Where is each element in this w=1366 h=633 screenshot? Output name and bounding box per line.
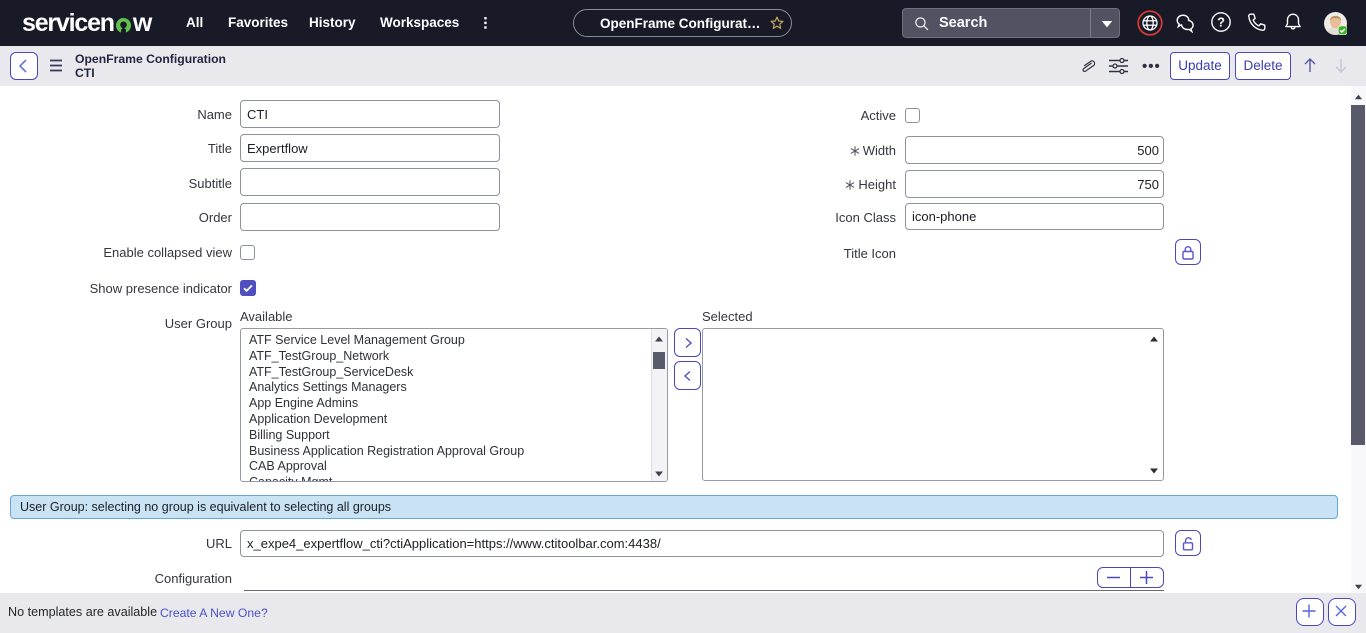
- svg-text:?: ?: [1217, 14, 1225, 29]
